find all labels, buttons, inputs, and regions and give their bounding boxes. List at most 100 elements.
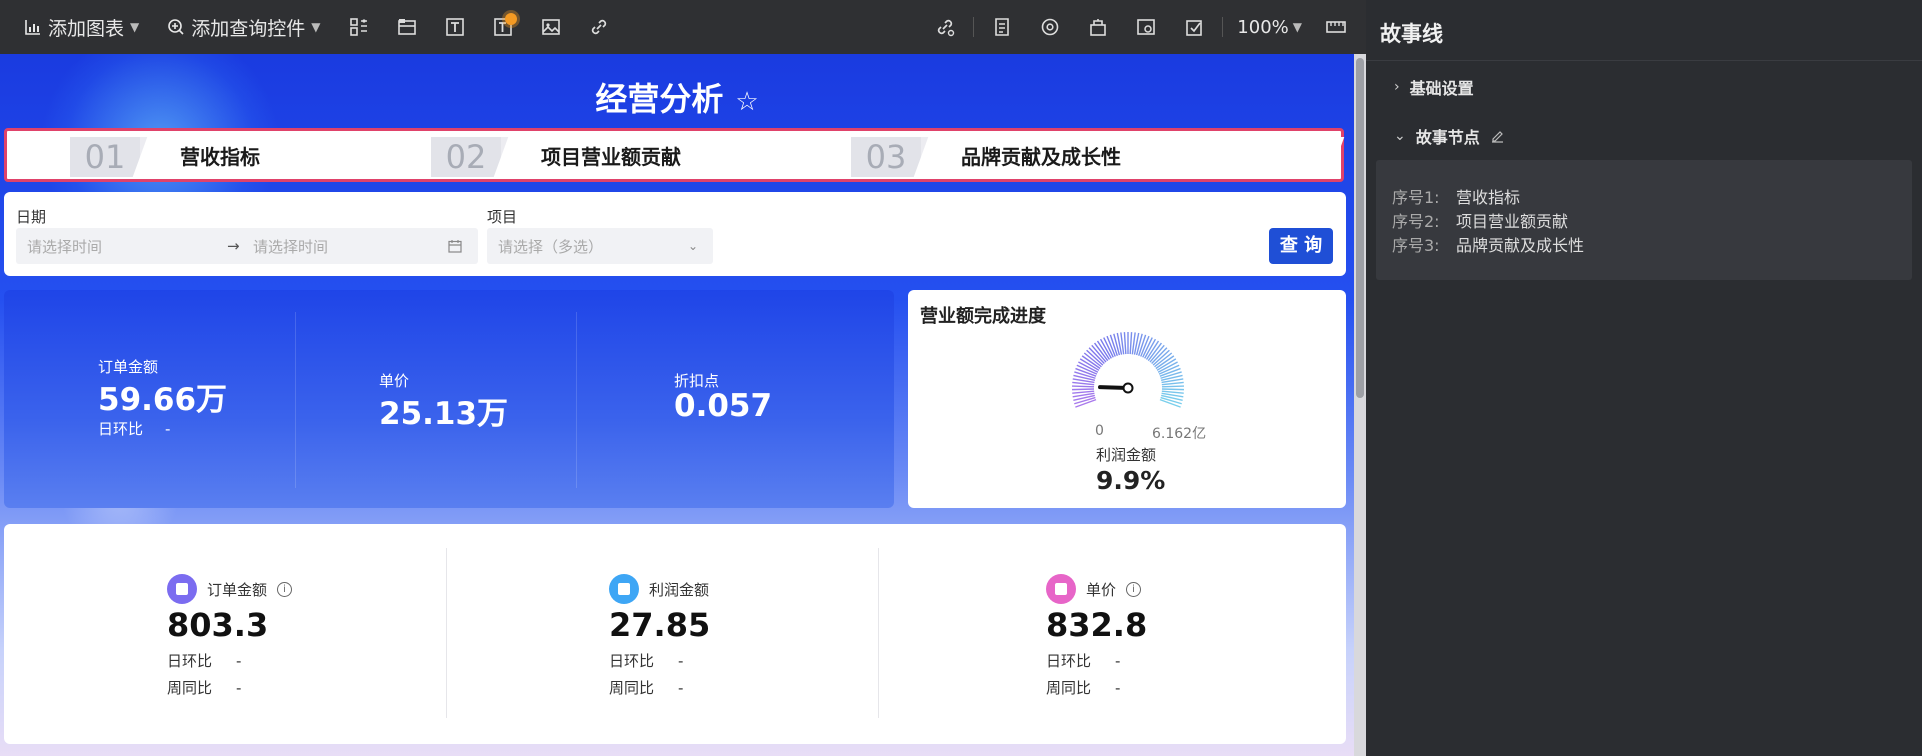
summary-day-label: 日环比: [167, 652, 213, 670]
basic-settings-toggle[interactable]: › 基础设置: [1394, 75, 1474, 99]
story-node-value: 项目营业额贡献: [1456, 212, 1569, 231]
rich-text-icon[interactable]: [479, 0, 527, 54]
story-node-item[interactable]: 序号1: 营收指标: [1392, 184, 1520, 208]
gauge-tick: [1072, 381, 1095, 386]
story-tab-label: 项目营业额贡献: [541, 145, 681, 169]
summary-metric: 订单金额 i 803.3 日环比 - 周同比 -: [167, 574, 367, 698]
link-settings-icon[interactable]: [921, 0, 969, 54]
basic-settings-label: 基础设置: [1409, 79, 1474, 98]
ruler-icon[interactable]: [1312, 0, 1360, 54]
summary-week-label: 周同比: [167, 679, 213, 697]
zoom-select[interactable]: 100% ▼: [1227, 17, 1312, 38]
tab-container-icon[interactable]: [383, 0, 431, 54]
date-end-placeholder: 请选择时间: [253, 237, 329, 256]
story-node-value: 品牌贡献及成长性: [1456, 236, 1585, 255]
canvas-scrollbar-thumb[interactable]: [1356, 58, 1364, 398]
gauge-tick: [1072, 385, 1095, 388]
story-tab-number: 02: [431, 137, 501, 177]
image-icon[interactable]: [527, 0, 575, 54]
summary-label: 订单金额: [207, 580, 268, 599]
preview-icon[interactable]: [1122, 0, 1170, 54]
kpi-value: 0.057: [674, 388, 773, 424]
project-select[interactable]: 请选择（多选） ⌄: [487, 228, 713, 264]
gauge-tick: [1129, 332, 1133, 355]
layout-icon[interactable]: [335, 0, 383, 54]
gauge-tick: [1161, 388, 1184, 391]
summary-metric: 单价 i 832.8 日环比 - 周同比 -: [1046, 574, 1246, 698]
zoom-plus-icon: [168, 19, 184, 35]
summary-card: 订单金额 i 803.3 日环比 - 周同比 - 利润金额 27.85 日环比 - 周同…: [4, 524, 1346, 744]
kpi-value: 59.66万: [98, 382, 228, 418]
story-nodes-list: 序号1: 营收指标 序号2: 项目营业额贡献 序号3: 品牌贡献及成长性: [1376, 160, 1912, 280]
info-icon[interactable]: i: [1126, 581, 1142, 597]
star-icon[interactable]: ☆: [735, 87, 758, 117]
story-tab-label-box: 项目营业额贡献: [493, 137, 879, 177]
story-node-item[interactable]: 序号3: 品牌贡献及成长性: [1392, 232, 1584, 256]
bar-chart-icon: [25, 20, 40, 35]
kpi-card: 订单金额 59.66万 日环比 - 单价 25.13万 折扣点 0.057: [4, 290, 894, 508]
story-node-item[interactable]: 序号2: 项目营业额贡献: [1392, 208, 1568, 232]
summary-week-value: -: [678, 679, 684, 697]
order-icon: [167, 574, 197, 604]
gauge-metric-label: 利润金额: [1096, 446, 1157, 464]
chevron-down-icon: ▼: [311, 20, 321, 34]
story-tab-3[interactable]: 03 品牌贡献及成长性: [851, 137, 1345, 177]
text-icon[interactable]: [431, 0, 479, 54]
summary-day-value: -: [236, 652, 242, 670]
chevron-down-icon: ▼: [130, 20, 140, 34]
filter-card: 日期 请选择时间 → 请选择时间 项目 请选择（多选） ⌄ 查 询: [4, 192, 1346, 276]
check-icon[interactable]: [1170, 0, 1218, 54]
add-chart-button[interactable]: 添加图表 ▼: [10, 0, 153, 54]
zoom-value: 100%: [1237, 16, 1289, 38]
add-chart-label: 添加图表: [48, 17, 125, 40]
dashboard-canvas: 经营分析 ☆ 01 营收指标 02 项目营业额贡献 03 品牌贡献及成长性 日期 …: [0, 54, 1354, 756]
summary-label: 单价: [1086, 580, 1117, 599]
story-tab-label: 营收指标: [180, 145, 260, 169]
chevron-right-icon: ›: [1394, 79, 1400, 95]
story-node-key: 序号2:: [1392, 212, 1440, 231]
date-range-input[interactable]: 请选择时间 → 请选择时间: [16, 228, 478, 264]
story-tab-2[interactable]: 02 项目营业额贡献: [431, 137, 879, 177]
edit-icon[interactable]: [1490, 129, 1505, 144]
gauge-tick: [1072, 390, 1095, 394]
link-icon[interactable]: [575, 0, 623, 54]
toolbar-divider: [973, 17, 975, 37]
gauge-value-label: 9.9%: [1096, 466, 1166, 495]
summary-day-value: -: [1115, 652, 1121, 670]
project-placeholder: 请选择（多选）: [498, 237, 604, 256]
story-nodes-toggle[interactable]: ⌄ 故事节点: [1394, 124, 1505, 148]
report-icon[interactable]: [978, 0, 1026, 54]
toolbar: 添加图表 ▼ 添加查询控件 ▼ 100% ▼: [0, 0, 1366, 55]
panel-divider: [1366, 60, 1922, 61]
story-tab-label-box: 营收指标: [132, 137, 458, 177]
gauge-tick: [1161, 390, 1184, 394]
kpi-compare-value: -: [165, 420, 171, 438]
summary-metric: 利润金额 27.85 日环比 - 周同比 -: [609, 574, 809, 698]
story-node-key: 序号3:: [1392, 236, 1440, 255]
kpi-compare: 日环比 -: [98, 418, 170, 439]
chevron-down-icon: ⌄: [688, 239, 699, 253]
summary-week-label: 周同比: [1046, 679, 1092, 697]
storyline-panel: 故事线 › 基础设置 ⌄ 故事节点 序号1: 营收指标 序号2: 项目营业额贡献 序号3…: [1366, 0, 1922, 756]
story-node-value: 营收指标: [1456, 188, 1521, 207]
gauge-tick: [1123, 332, 1127, 355]
dashboard-title-text: 经营分析: [595, 80, 724, 118]
component-icon[interactable]: [1074, 0, 1122, 54]
date-label: 日期: [16, 208, 47, 226]
date-start-placeholder: 请选择时间: [27, 237, 103, 256]
summary-week-value: -: [1115, 679, 1121, 697]
cursor-indicator: [504, 13, 517, 25]
query-button[interactable]: 查 询: [1269, 228, 1333, 264]
chevron-down-icon: ⌄: [1394, 128, 1406, 144]
mention-icon[interactable]: [1026, 0, 1074, 54]
info-icon[interactable]: i: [277, 581, 293, 597]
gauge-tick: [1151, 347, 1168, 365]
panel-title: 故事线: [1380, 22, 1443, 46]
summary-day-value: -: [678, 652, 684, 670]
add-query-label: 添加查询控件: [191, 17, 306, 40]
summary-day-label: 日环比: [609, 652, 655, 670]
chevron-down-icon: ▼: [1292, 20, 1302, 34]
story-tab-1[interactable]: 01 营收指标: [70, 137, 458, 177]
add-query-button[interactable]: 添加查询控件 ▼: [153, 0, 334, 54]
arrow-right-icon: →: [227, 237, 240, 255]
